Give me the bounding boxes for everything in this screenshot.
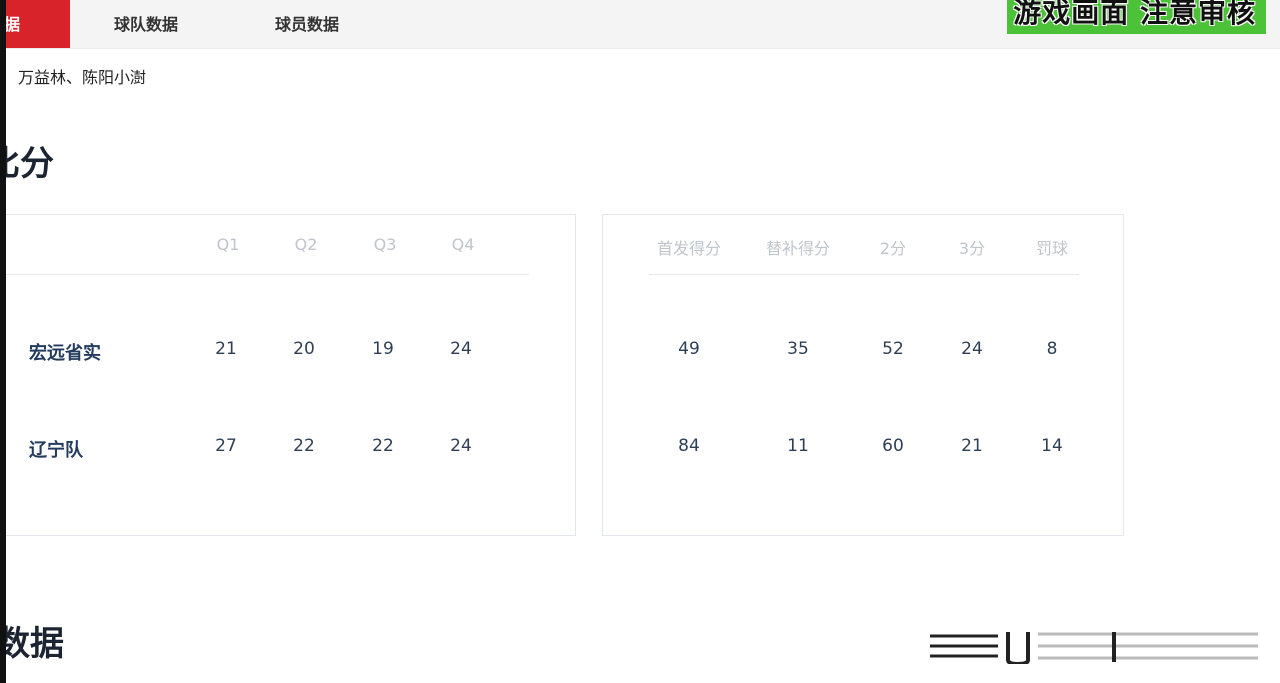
score-cell: 19 <box>372 339 394 359</box>
team-name[interactable]: 宏远省实 <box>29 339 101 365</box>
header-starter-points: 首发得分 <box>656 239 721 258</box>
header-q3: Q3 <box>373 235 397 254</box>
section-title-score: 比分 <box>0 144 54 184</box>
quarter-score-card: Q1 Q2 Q3 Q4 宏远省实 21 20 19 24 辽宁队 27 22 2… <box>0 214 576 536</box>
stat-cell: 24 <box>961 339 983 359</box>
stat-cell: 49 <box>678 339 700 359</box>
stat-cell: 21 <box>961 436 983 456</box>
left-edge-bar <box>0 0 6 683</box>
score-cell: 27 <box>215 436 237 456</box>
referees-text: 万益林、陈阳小澍 <box>18 68 147 87</box>
header-divider <box>1 274 529 275</box>
stat-cell: 8 <box>1046 339 1058 359</box>
score-cell: 20 <box>293 339 315 359</box>
header-two-pointers: 2分 <box>879 239 907 258</box>
stat-cell: 35 <box>787 339 809 359</box>
score-breakdown-card: 首发得分 替补得分 2分 3分 罚球 49 35 52 24 8 84 11 6… <box>602 214 1124 536</box>
header-divider <box>649 274 1079 275</box>
score-cell: 22 <box>293 436 315 456</box>
header-q4: Q4 <box>451 235 475 254</box>
header-free-throws: 罚球 <box>1035 239 1068 258</box>
overlay-glyph-icon <box>930 632 1258 664</box>
header-q1: Q1 <box>216 235 240 254</box>
score-cell: 21 <box>215 339 237 359</box>
stat-cell: 60 <box>882 436 904 456</box>
stat-cell: 11 <box>787 436 809 456</box>
stat-cell: 52 <box>882 339 904 359</box>
score-cell: 22 <box>372 436 394 456</box>
header-q2: Q2 <box>294 235 318 254</box>
header-bench-points: 替补得分 <box>765 239 830 258</box>
score-cell: 24 <box>450 436 472 456</box>
section-title-data: 数据 <box>0 624 64 664</box>
watermark-banner: 游戏画面 注意审核 <box>1007 0 1266 34</box>
score-cell: 24 <box>450 339 472 359</box>
stat-cell: 84 <box>678 436 700 456</box>
stat-cell: 14 <box>1041 436 1063 456</box>
page: 据 球队数据 球员数据 游戏画面 注意审核 万益林、陈阳小澍 比分 Q1 Q2 … <box>0 0 1280 683</box>
tab-player-data[interactable]: 球员数据 <box>275 0 339 48</box>
header-three-pointers: 3分 <box>958 239 986 258</box>
team-name[interactable]: 辽宁队 <box>29 436 83 462</box>
tab-team-data[interactable]: 球队数据 <box>114 0 178 48</box>
tab-game-data[interactable]: 据 <box>0 0 70 48</box>
